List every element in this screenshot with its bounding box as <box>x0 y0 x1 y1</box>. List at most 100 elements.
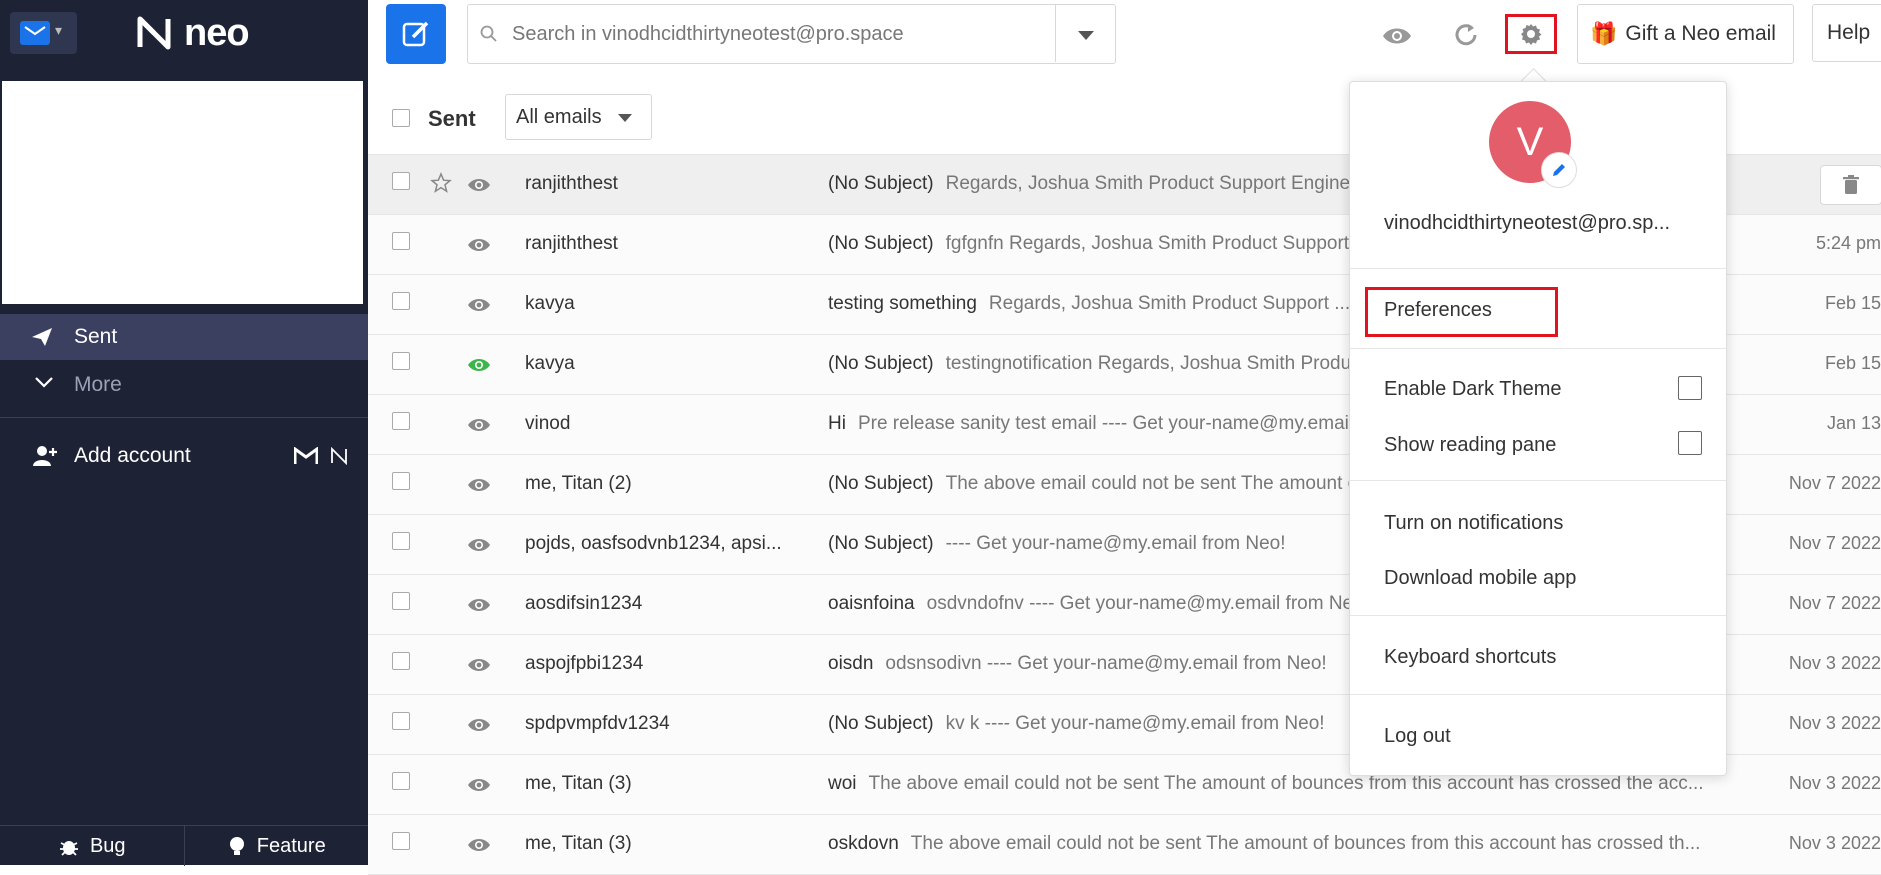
email-preview: odsnsodivn ---- Get your-name@my.email f… <box>885 653 1327 674</box>
email-subject: (No Subject) <box>828 173 934 194</box>
sidebar: ▾ neo Sent More Add account Bug Feature <box>0 0 369 866</box>
compose-button[interactable] <box>386 4 446 64</box>
bug-report-button[interactable]: Bug <box>0 826 184 866</box>
email-row[interactable]: me, Titan (3) oskdovn The above email cou… <box>368 815 1881 875</box>
edit-avatar-button[interactable] <box>1541 152 1577 188</box>
logo-text: neo <box>184 11 250 54</box>
email-preview: osdvndofnv ---- Get your-name@my.email f… <box>926 593 1369 614</box>
email-subject: testing something <box>828 293 977 314</box>
star-icon[interactable] <box>430 172 452 194</box>
eye-icon[interactable] <box>467 657 491 673</box>
neo-logo: neo <box>134 8 250 58</box>
email-date: 5:24 pm <box>1815 233 1881 253</box>
feature-request-button[interactable]: Feature <box>183 826 369 866</box>
gift-label: Gift a Neo email <box>1625 22 1776 45</box>
sidebar-item-label: More <box>74 373 122 396</box>
row-checkbox[interactable] <box>392 652 410 670</box>
email-preview: ---- Get your-name@my.email from Neo! <box>945 533 1286 554</box>
email-preview: Pre release sanity test email ---- Get y… <box>857 413 1375 434</box>
email-subject: (No Subject) <box>828 233 934 254</box>
email-preview: Regards, Joshua Smith Product Support ..… <box>988 293 1351 314</box>
email-subject: oaisnfoina <box>828 593 915 614</box>
email-date: Nov 3 2022 <box>1788 833 1881 853</box>
caret-down-icon <box>618 114 632 122</box>
eye-icon[interactable] <box>467 717 491 733</box>
email-subject: (No Subject) <box>828 473 934 494</box>
feature-label: Feature <box>256 834 326 857</box>
gmail-icon <box>294 447 318 464</box>
eye-icon[interactable] <box>467 297 491 313</box>
eye-icon[interactable] <box>467 837 491 853</box>
dark-theme-checkbox[interactable] <box>1678 376 1702 400</box>
eye-icon[interactable] <box>467 417 491 433</box>
row-checkbox[interactable] <box>392 532 410 550</box>
account-switcher[interactable]: ▾ <box>10 12 77 54</box>
menu-divider <box>1350 348 1726 349</box>
mail-icon <box>20 21 50 45</box>
eye-icon[interactable] <box>1382 26 1412 46</box>
filter-dropdown[interactable]: All emails <box>505 94 652 140</box>
account-email: vinodhcidthirtyneotest@pro.sp... <box>1384 212 1671 234</box>
email-preview: Regards, Joshua Smith Product Support En… <box>945 173 1389 194</box>
row-checkbox[interactable] <box>392 592 410 610</box>
help-label: Help <box>1827 21 1871 44</box>
email-date: Nov 3 2022 <box>1788 653 1881 673</box>
menu-item-preferences[interactable]: Preferences <box>1384 299 1492 322</box>
menu-item-logout[interactable]: Log out <box>1384 725 1451 748</box>
email-preview: testingnotification Regards, Joshua Smit… <box>945 353 1388 374</box>
eye-icon[interactable] <box>467 237 491 253</box>
send-icon <box>32 328 52 346</box>
select-all-checkbox[interactable] <box>392 109 410 127</box>
eye-icon[interactable] <box>467 777 491 793</box>
compose-icon <box>402 21 429 47</box>
row-checkbox[interactable] <box>392 232 410 250</box>
menu-divider <box>1350 615 1726 616</box>
add-account-button[interactable]: Add account <box>0 433 368 479</box>
search-options-dropdown[interactable] <box>1055 4 1116 62</box>
eye-icon[interactable] <box>467 537 491 553</box>
row-checkbox[interactable] <box>392 712 410 730</box>
settings-menu: V vinodhcidthirtyneotest@pro.sp... Prefe… <box>1349 81 1727 776</box>
eye-icon[interactable] <box>467 597 491 613</box>
email-date: Nov 3 2022 <box>1788 713 1881 733</box>
sidebar-item-more[interactable]: More <box>0 362 368 408</box>
email-sender: aspojfpbi1234 <box>525 653 644 674</box>
chevron-down-icon: ▾ <box>55 22 63 38</box>
refresh-icon[interactable] <box>1453 22 1479 48</box>
eye-read-icon[interactable] <box>467 357 491 373</box>
reading-pane-checkbox[interactable] <box>1678 431 1702 455</box>
row-checkbox[interactable] <box>392 172 410 190</box>
help-button[interactable]: Help <box>1812 4 1881 62</box>
email-preview: The above email could not be sent The am… <box>868 773 1704 794</box>
eye-icon[interactable] <box>467 477 491 493</box>
row-checkbox[interactable] <box>392 352 410 370</box>
email-sender: vinod <box>525 413 571 434</box>
row-checkbox[interactable] <box>392 412 410 430</box>
menu-item-notifications[interactable]: Turn on notifications <box>1384 512 1563 535</box>
email-sender: kavya <box>525 353 575 374</box>
email-subject: woi <box>828 773 857 794</box>
menu-item-keyboard-shortcuts[interactable]: Keyboard shortcuts <box>1384 646 1556 669</box>
menu-item-dark-theme[interactable]: Enable Dark Theme <box>1384 378 1562 401</box>
delete-button[interactable] <box>1820 165 1881 205</box>
eye-icon[interactable] <box>467 177 491 193</box>
email-subject: (No Subject) <box>828 353 934 374</box>
email-date: Nov 7 2022 <box>1788 473 1881 493</box>
settings-button[interactable] <box>1505 14 1557 54</box>
menu-item-reading-pane[interactable]: Show reading pane <box>1384 434 1556 457</box>
row-checkbox[interactable] <box>392 472 410 490</box>
email-message: oskdovn The above email could not be sent… <box>828 833 1738 855</box>
menu-item-mobile-app[interactable]: Download mobile app <box>1384 567 1576 590</box>
neo-small-icon <box>331 447 347 465</box>
gift-neo-button[interactable]: 🎁 Gift a Neo email <box>1577 4 1794 64</box>
sidebar-item-sent[interactable]: Sent <box>0 314 368 360</box>
menu-divider <box>1350 694 1726 695</box>
row-checkbox[interactable] <box>392 832 410 850</box>
search-input[interactable] <box>510 17 1094 51</box>
email-subject: (No Subject) <box>828 533 934 554</box>
email-date: Feb 15 <box>1824 353 1881 373</box>
row-checkbox[interactable] <box>392 772 410 790</box>
email-subject: (No Subject) <box>828 713 934 734</box>
search-icon <box>480 25 497 42</box>
row-checkbox[interactable] <box>392 292 410 310</box>
